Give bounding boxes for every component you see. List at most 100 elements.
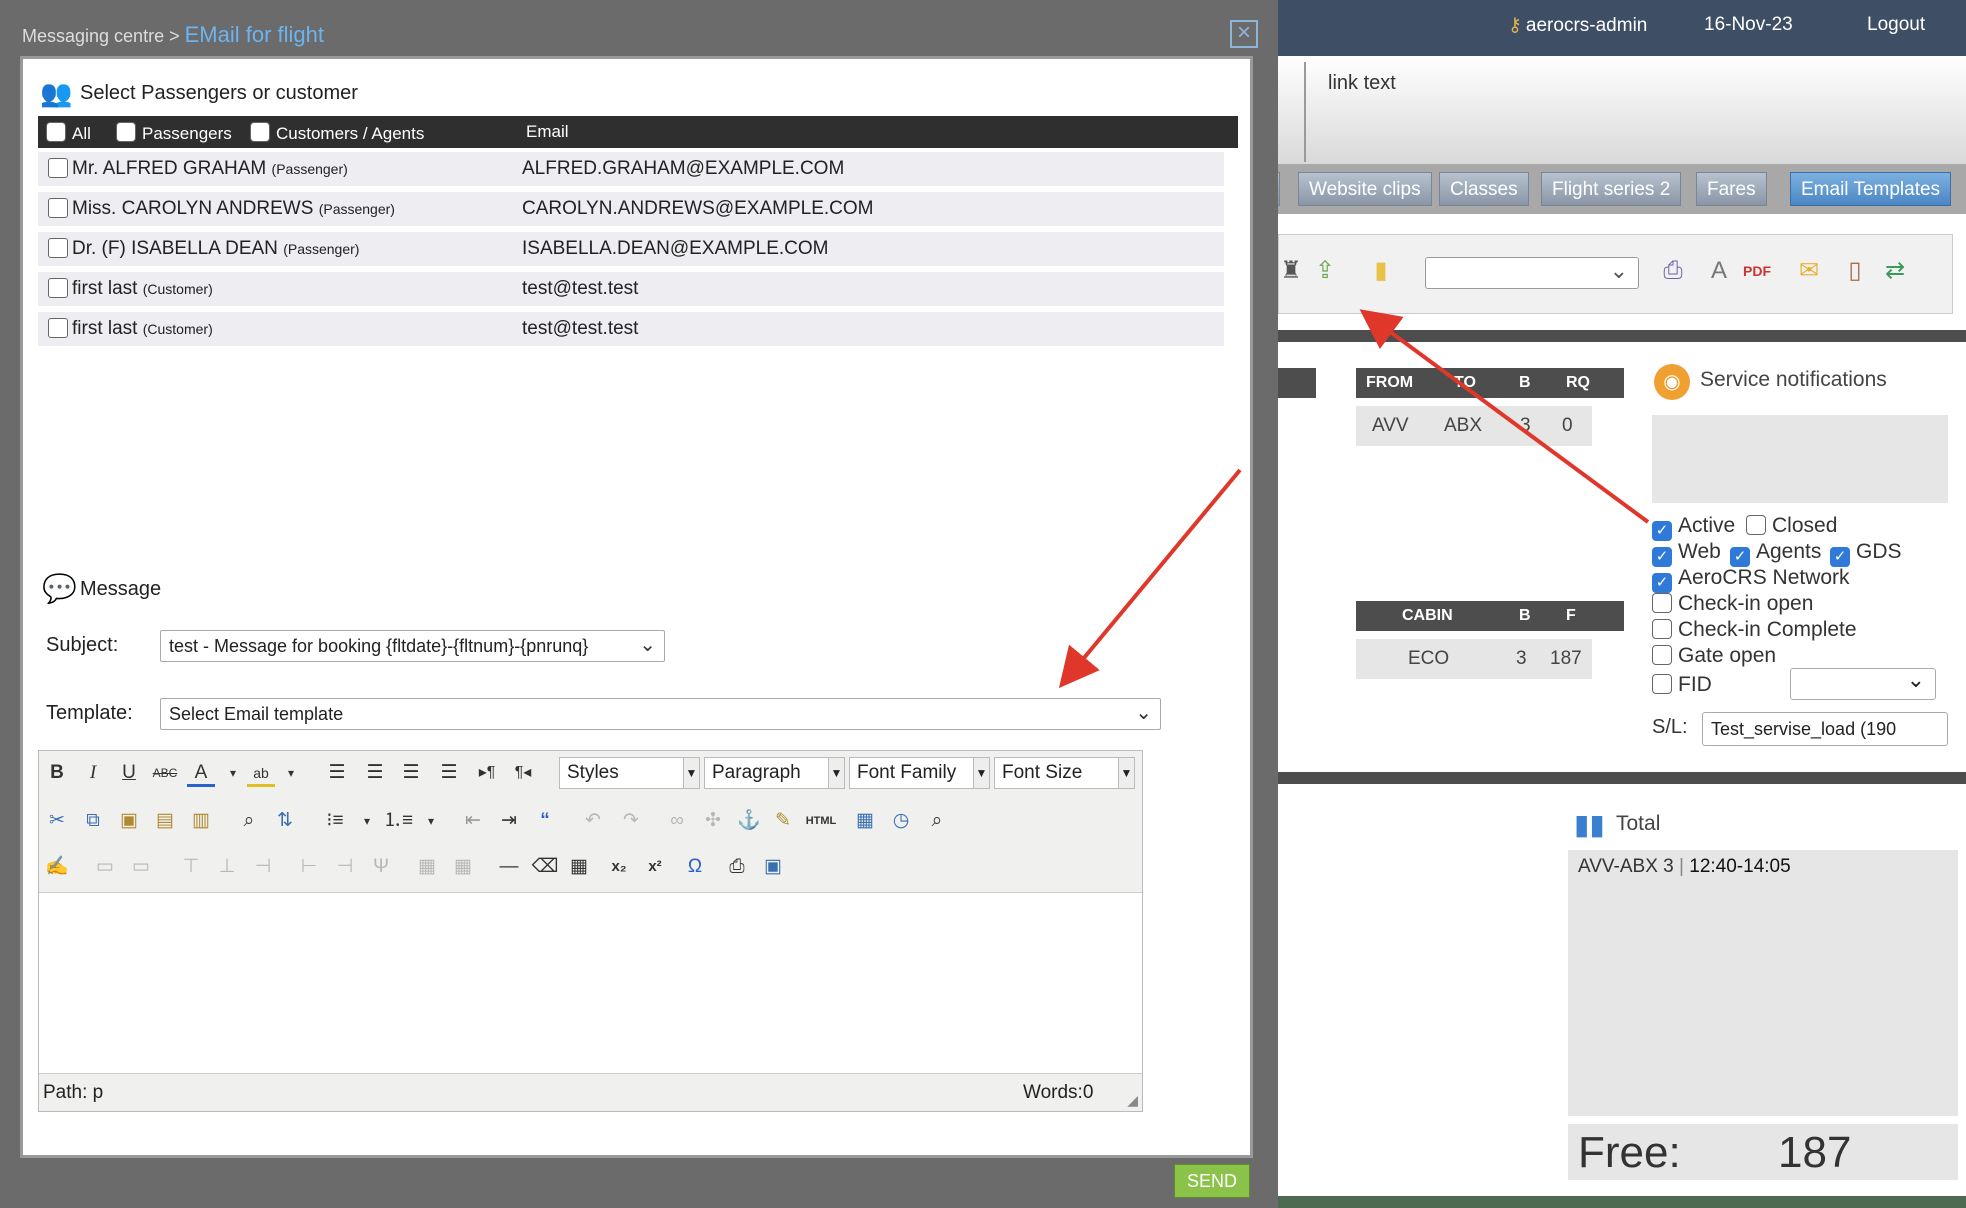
checkbox[interactable]: [1746, 515, 1766, 535]
fullscreen-icon[interactable]: ▣: [759, 853, 787, 881]
highlight-color-icon[interactable]: ab: [247, 759, 275, 787]
print-icon[interactable]: ⎙: [723, 853, 751, 881]
pdf-icon[interactable]: PDF: [1741, 253, 1773, 289]
underline-icon[interactable]: U: [115, 759, 143, 787]
user-menu[interactable]: ⚷ aerocrs-admin: [1508, 14, 1647, 37]
justify-icon[interactable]: ☰: [435, 759, 463, 787]
tab-fares[interactable]: Fares: [1696, 172, 1767, 206]
checkbox[interactable]: [46, 122, 66, 142]
styles-dropdown[interactable]: Styles ▼: [559, 757, 700, 789]
row-checkbox[interactable]: [48, 158, 68, 178]
checkbox[interactable]: [116, 122, 136, 142]
row-checkbox[interactable]: [48, 278, 68, 298]
ltr-icon[interactable]: ▸¶: [473, 759, 501, 787]
font-size-dropdown[interactable]: Font Size ▼: [994, 757, 1135, 789]
select-passengers[interactable]: Passengers: [116, 122, 232, 144]
pilot-icon[interactable]: ♜: [1278, 253, 1307, 289]
breadcrumb[interactable]: Messaging centre >: [22, 26, 180, 46]
checkbox[interactable]: ✓: [1652, 573, 1672, 593]
clipboard-icon[interactable]: ▯: [1839, 253, 1871, 289]
insert-row-before-icon[interactable]: ⊤: [177, 853, 205, 881]
paragraph-dropdown[interactable]: Paragraph ▼: [704, 757, 845, 789]
checkbox[interactable]: [1652, 674, 1672, 694]
font-icon[interactable]: A: [1703, 253, 1735, 289]
checkbox[interactable]: ✓: [1730, 547, 1750, 567]
filter-fid[interactable]: FID: [1652, 673, 1712, 697]
checkbox[interactable]: [1652, 593, 1672, 613]
resize-handle-icon[interactable]: ◢: [1127, 1092, 1138, 1109]
row-checkbox[interactable]: [48, 318, 68, 338]
checkbox[interactable]: [1652, 645, 1672, 665]
undo-icon[interactable]: ↶: [579, 807, 607, 835]
cut-icon[interactable]: ✂: [43, 807, 71, 835]
link-icon[interactable]: ∞: [663, 807, 691, 835]
align-right-icon[interactable]: ☰: [397, 759, 425, 787]
subject-select[interactable]: test - Message for booking {fltdate}-{fl…: [160, 630, 665, 662]
unlink-icon[interactable]: ✣: [699, 807, 727, 835]
replace-icon[interactable]: ⇅: [271, 807, 299, 835]
insert-col-after-icon[interactable]: ⊣: [331, 853, 359, 881]
refresh-icon[interactable]: ⇄: [1879, 253, 1911, 289]
cleanup-icon[interactable]: ✎: [769, 807, 797, 835]
filter-check-in-complete[interactable]: Check-in Complete: [1652, 618, 1857, 642]
tab-website-clips[interactable]: Website clips: [1298, 172, 1432, 206]
dropdown-arrow-icon[interactable]: ▾: [417, 807, 445, 835]
export-icon[interactable]: ⇪: [1309, 253, 1341, 289]
action-select[interactable]: [1425, 257, 1639, 289]
delete-col-icon[interactable]: Ψ: [367, 853, 395, 881]
table-row-icon[interactable]: ▭: [91, 853, 119, 881]
delete-row-icon[interactable]: ⊣: [249, 853, 277, 881]
envelope-icon[interactable]: ✉: [1793, 253, 1825, 289]
anchor-icon[interactable]: ⚓: [735, 807, 763, 835]
dropdown-arrow-icon[interactable]: ▾: [219, 759, 247, 787]
redo-icon[interactable]: ↷: [617, 807, 645, 835]
filter-check-in-open[interactable]: Check-in open: [1652, 592, 1813, 616]
checkbox[interactable]: [250, 122, 270, 142]
select-all[interactable]: All: [46, 122, 91, 144]
dropdown-arrow-icon[interactable]: ▾: [277, 759, 305, 787]
row-checkbox[interactable]: [48, 198, 68, 218]
checkbox[interactable]: ✓: [1652, 547, 1672, 567]
close-icon[interactable]: ×: [1230, 20, 1258, 48]
tab-partial[interactable]: [1278, 172, 1280, 206]
folder-icon[interactable]: ▮: [1365, 253, 1397, 289]
indent-icon[interactable]: ⇥: [495, 807, 523, 835]
tab-flight-series-2[interactable]: Flight series 2: [1541, 172, 1682, 206]
printer-icon[interactable]: ⎙: [1657, 253, 1689, 289]
align-center-icon[interactable]: ☰: [361, 759, 389, 787]
bullet-list-icon[interactable]: ⁝≡: [321, 807, 349, 835]
split-cells-icon[interactable]: ▦: [413, 853, 441, 881]
editor-content-area[interactable]: [39, 893, 1142, 1073]
align-left-icon[interactable]: ☰: [323, 759, 351, 787]
filter-agents[interactable]: ✓ Agents: [1730, 540, 1821, 567]
table-cell-icon[interactable]: ▭: [127, 853, 155, 881]
horizontal-rule-icon[interactable]: —: [495, 853, 523, 881]
insert-date-icon[interactable]: ▦: [851, 807, 879, 835]
filter-web[interactable]: ✓ Web: [1652, 540, 1721, 567]
fid-select[interactable]: [1790, 667, 1936, 700]
send-button[interactable]: SEND: [1174, 1164, 1250, 1198]
strikethrough-icon[interactable]: ABC: [151, 759, 179, 787]
row-checkbox[interactable]: [48, 238, 68, 258]
tab-classes[interactable]: Classes: [1439, 172, 1529, 206]
insert-row-after-icon[interactable]: ⊥: [213, 853, 241, 881]
template-select[interactable]: Select Email template ⌄: [160, 698, 1161, 730]
blockquote-icon[interactable]: “: [531, 807, 559, 835]
checkbox[interactable]: [1652, 619, 1672, 639]
numbered-list-icon[interactable]: ⒈≡: [383, 807, 413, 835]
filter-active[interactable]: ✓ Active: [1652, 514, 1735, 541]
subscript-icon[interactable]: x₂: [605, 853, 633, 881]
edit-icon[interactable]: ✍: [43, 853, 71, 881]
table-icon[interactable]: ▦: [565, 853, 593, 881]
eraser-icon[interactable]: ⌫: [531, 853, 559, 881]
dropdown-arrow-icon[interactable]: ▾: [353, 807, 381, 835]
link-text[interactable]: link text: [1328, 72, 1396, 95]
html-icon[interactable]: HTML: [803, 807, 839, 835]
filter-gate-open[interactable]: Gate open: [1652, 644, 1776, 668]
filter-aerocrs-network[interactable]: ✓ AeroCRS Network: [1652, 566, 1850, 593]
checkbox[interactable]: ✓: [1830, 547, 1850, 567]
filter-closed[interactable]: Closed: [1746, 514, 1837, 538]
paste-text-icon[interactable]: ▤: [151, 807, 179, 835]
tab-email-templates[interactable]: Email Templates: [1790, 172, 1952, 206]
italic-icon[interactable]: I: [79, 759, 107, 787]
